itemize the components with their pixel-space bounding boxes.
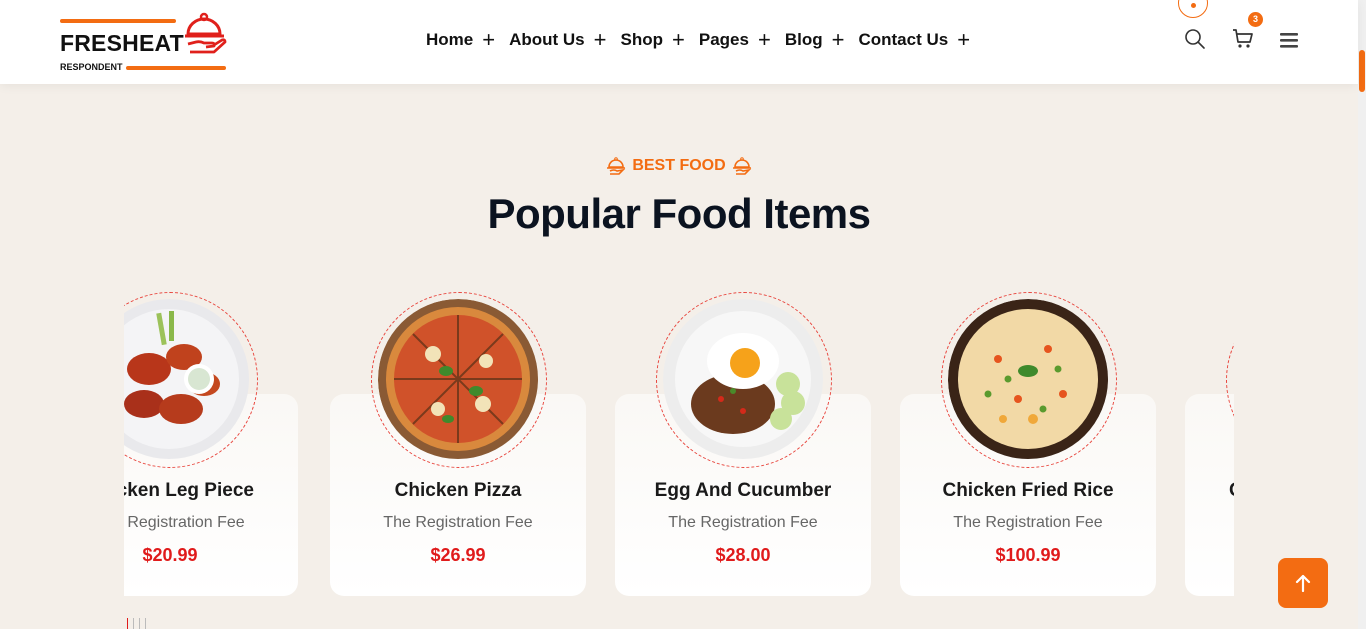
nav-blog-label: Blog [784, 30, 823, 49]
carousel-dot[interactable] [145, 618, 146, 629]
food-desc: The Registration Fee [668, 514, 818, 531]
carousel-dot[interactable] [127, 618, 128, 629]
scrollbar-thumb[interactable] [1359, 50, 1365, 92]
food-price: $26.99 [430, 545, 486, 565]
nav-contact-us[interactable]: Contact Us + [858, 27, 971, 52]
nav-shop[interactable]: Shop + [620, 27, 685, 52]
decorative-ring [1178, 0, 1208, 18]
food-name: Chicken Pizza [394, 480, 522, 501]
back-to-top-button[interactable] [1278, 558, 1328, 608]
logo[interactable]: FRESHEAT RESPONDENT [60, 12, 230, 72]
plus-icon: + [593, 27, 607, 52]
food-carousel[interactable]: Chicken Leg Piece The Registration Fee $… [124, 280, 1234, 620]
food-name: Chicken Fried Rice [942, 480, 1114, 501]
main-nav: Home + About Us + Shop + Pages + Blog + Conta… [426, 27, 984, 52]
pizza-image [378, 299, 539, 460]
fried-rice-image [948, 299, 1109, 460]
section-eyebrow: BEST FOOD [0, 156, 1358, 176]
page-scrollbar[interactable] [1358, 0, 1366, 629]
nav-about-label: About Us [509, 30, 585, 49]
carousel-dot[interactable] [139, 618, 140, 629]
nav-pages-label: Pages [698, 30, 749, 49]
site-header: FRESHEAT RESPONDENT Home + About Us + Shop… [0, 0, 1358, 84]
arrow-up-icon [1295, 574, 1311, 592]
plus-icon: + [757, 27, 771, 52]
nav-contact-label: Contact Us [858, 30, 949, 49]
logo-bar-bottom [126, 66, 226, 70]
cart-count-badge: 3 [1248, 12, 1263, 27]
food-price: $28.00 [715, 545, 771, 565]
egg-and-cucumber-image [663, 299, 824, 460]
cart-icon[interactable] [1232, 28, 1254, 50]
nav-home[interactable]: Home + [426, 27, 496, 52]
search-icon[interactable] [1184, 28, 1206, 50]
plus-icon: + [672, 27, 685, 52]
food-name: Chicken Leg Piece [124, 480, 254, 501]
section-title: Popular Food Items [487, 190, 871, 237]
nav-shop-label: Shop [620, 30, 664, 49]
food-name: C [1185, 480, 1234, 502]
plus-icon: + [831, 27, 845, 52]
nav-home-label: Home [426, 30, 474, 49]
hamburger-icon[interactable] [1280, 32, 1298, 48]
food-card[interactable]: C [1185, 394, 1234, 596]
brand-tagline: RESPONDENT [60, 62, 123, 72]
eyebrow-label: BEST FOOD [632, 157, 726, 174]
plus-icon: + [482, 27, 496, 52]
cloche-icon [607, 157, 626, 175]
carousel-indicators[interactable] [127, 618, 146, 629]
plus-icon: + [957, 27, 971, 52]
food-desc: The Registration Fee [124, 514, 245, 531]
nav-about-us[interactable]: About Us + [509, 27, 607, 52]
food-price: $100.99 [995, 545, 1061, 565]
cloche-icon [185, 12, 227, 54]
nav-blog[interactable]: Blog + [784, 27, 845, 52]
food-image-frame [371, 292, 547, 468]
food-price: $20.99 [142, 545, 198, 565]
food-name: Egg And Cucumber [654, 480, 832, 501]
carousel-dot[interactable] [133, 618, 134, 629]
food-image-frame [656, 292, 832, 468]
food-desc: The Registration Fee [953, 514, 1103, 531]
nav-pages[interactable]: Pages + [698, 27, 771, 52]
cloche-icon [732, 157, 752, 175]
food-desc: The Registration Fee [383, 514, 533, 531]
chicken-wings-image [124, 299, 250, 460]
food-image-frame [941, 292, 1117, 468]
brand-name: FRESHEAT [60, 30, 184, 56]
logo-bar-top [60, 19, 176, 23]
